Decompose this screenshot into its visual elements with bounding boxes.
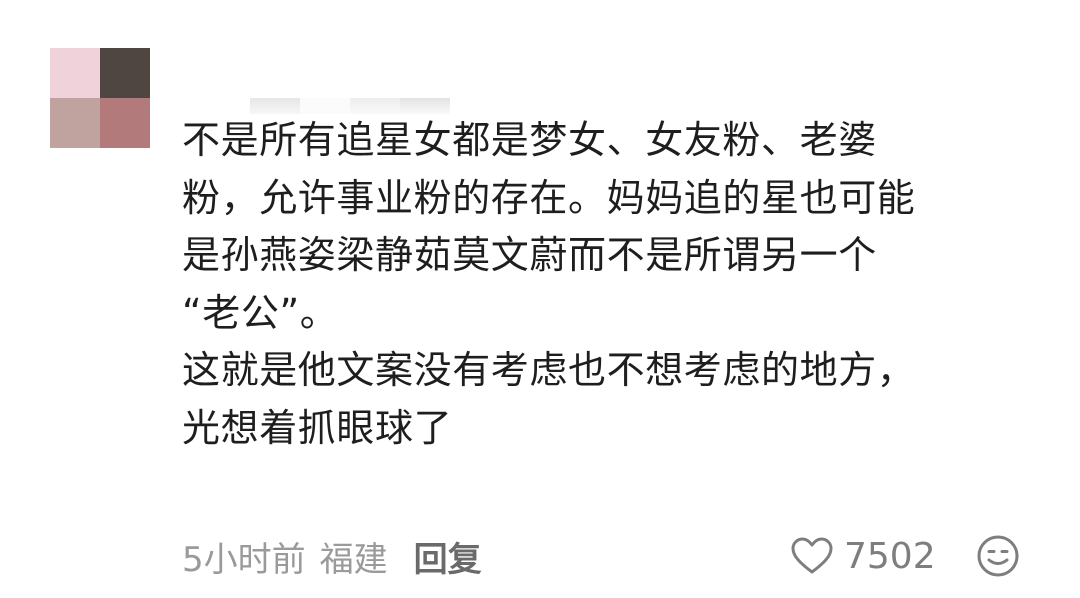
comment-line: 不是所有追星女都是梦女、女友粉、老婆 — [182, 118, 877, 162]
avatar-pixel — [50, 48, 100, 98]
avatar[interactable] — [50, 48, 150, 148]
comment-line: 这就是他文案没有考虑也不想考虑的地方， — [182, 348, 916, 392]
comment-line: “老公”。 — [182, 290, 339, 335]
avatar-pixel — [100, 48, 150, 98]
comment-body[interactable]: 不是所有追星女都是梦女、女友粉、老婆 粉，允许事业粉的存在。妈妈追的星也可能 是… — [182, 112, 1032, 457]
like-button[interactable]: 7502 — [790, 530, 936, 582]
like-count: 7502 — [844, 535, 936, 577]
comment-line: 是孙燕姿梁静茹莫文蔚而不是所谓另一个 — [182, 233, 877, 277]
comment-line: 光想着抓眼球了 — [182, 405, 453, 450]
location-label: 福建 — [319, 539, 388, 580]
timestamp: 5小时前 — [182, 539, 306, 580]
comment-line: 粉，允许事业粉的存在。妈妈追的星也可能 — [182, 175, 916, 220]
avatar-pixel — [100, 98, 150, 148]
smiley-face-icon[interactable] — [976, 534, 1020, 578]
avatar-pixel — [50, 98, 100, 148]
reply-button[interactable]: 回复 — [414, 532, 482, 581]
heart-outline-icon — [791, 537, 833, 574]
